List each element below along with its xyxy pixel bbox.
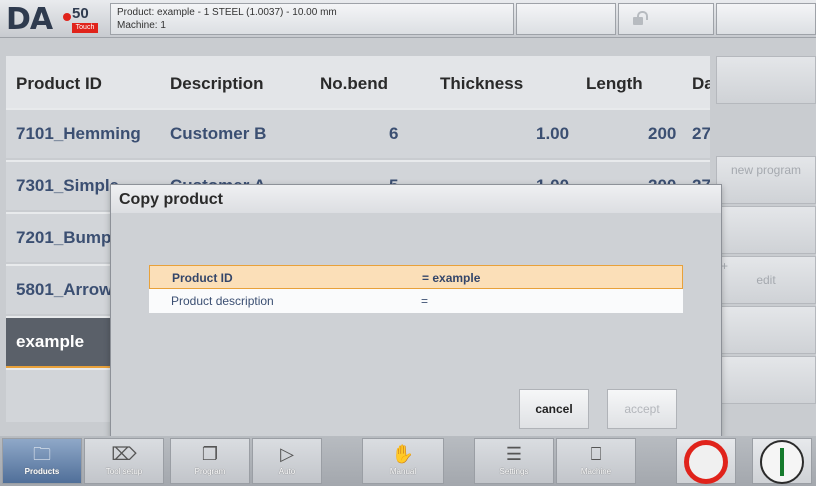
copy-product-dialog: Copy product Product ID = example Produc…: [110, 184, 722, 438]
table-header: Product ID Description No.bend Thickness…: [6, 56, 710, 108]
logo-text: DA: [6, 2, 53, 37]
nav-label: Tool setup: [105, 467, 143, 476]
dialog-title-bar: Copy product: [111, 185, 721, 213]
cell-length: 200: [648, 124, 677, 143]
product-line: Product: example - 1 STEEL (1.0037) - 10…: [117, 7, 337, 18]
product-info-panel: Product: example - 1 STEEL (1.0037) - 10…: [110, 3, 514, 35]
product-id-value[interactable]: = example: [422, 271, 480, 285]
side-button-3: [716, 206, 816, 254]
machine-icon: ⎕: [590, 444, 602, 464]
tool-icon: ⌦: [111, 444, 137, 464]
accept-button[interactable]: accept: [607, 389, 677, 429]
cancel-button[interactable]: cancel: [519, 389, 589, 429]
col-length[interactable]: Length: [586, 74, 643, 94]
unlock-icon[interactable]: [633, 11, 648, 25]
col-product-id[interactable]: Product ID: [16, 74, 102, 94]
nav-machine[interactable]: ⎕ Machine: [556, 438, 636, 484]
cell-product-id: 7301_Simple: [16, 176, 120, 195]
dialog-title: Copy product: [119, 191, 223, 208]
nav-program[interactable]: ❐ Program: [170, 438, 250, 484]
nav-products[interactable]: 🗀 Products: [2, 438, 82, 484]
col-no-bend[interactable]: No.bend: [320, 74, 388, 94]
stop-icon: [684, 440, 728, 484]
logo-number: 50: [72, 5, 89, 22]
nav-label: Settings: [499, 467, 529, 476]
hand-icon: ✋: [391, 444, 415, 464]
col-thickness[interactable]: Thickness: [440, 74, 523, 94]
cell-bends: 6: [389, 124, 399, 143]
start-button[interactable]: [752, 438, 812, 484]
side-button-1: [716, 56, 816, 104]
stop-button[interactable]: [676, 438, 736, 484]
cell-product-id: 7201_Bump: [16, 228, 112, 247]
new-program-button[interactable]: new program: [716, 156, 816, 204]
cell-date: 27: [692, 124, 710, 143]
side-button-5: [716, 306, 816, 354]
cell-thickness: 1.00: [536, 124, 570, 143]
cell-description: Customer B: [170, 124, 267, 143]
cell-product-id: example: [16, 332, 85, 351]
header-bar: DA 50 Touch Product: example - 1 STEEL (…: [0, 0, 816, 38]
bottom-nav: 🗀 Products ⌦ Tool setup ❐ Program ▷ Auto…: [0, 436, 816, 486]
product-description-field[interactable]: Product description =: [149, 289, 683, 313]
col-date[interactable]: Da: [692, 74, 710, 94]
lock-slot[interactable]: [618, 3, 714, 35]
program-icon: ❐: [201, 444, 219, 464]
play-icon: ▷: [280, 444, 294, 464]
nav-label: Program: [194, 467, 226, 476]
start-icon: [760, 440, 804, 484]
plus-icon: +: [721, 259, 729, 273]
nav-tool-setup[interactable]: ⌦ Tool setup: [84, 438, 164, 484]
product-id-label: Product ID: [172, 271, 233, 285]
new-program-label: new program: [730, 163, 802, 177]
nav-label: Auto: [278, 467, 296, 476]
nav-label: Manual: [389, 467, 417, 476]
da50-logo: DA 50 Touch: [6, 2, 106, 37]
table-row[interactable]: 7101_Hemming Customer B 6 1.00 200 27: [6, 108, 710, 158]
nav-label: Products: [24, 467, 60, 476]
folder-icon: 🗀: [33, 444, 51, 464]
cell-product-id: 5801_Arrow: [16, 280, 113, 299]
header-slot-right: [716, 3, 816, 35]
machine-line: Machine: 1: [117, 20, 166, 31]
logo-dot: [63, 13, 71, 21]
edit-button[interactable]: + edit: [716, 256, 816, 304]
nav-manual[interactable]: ✋ Manual: [362, 438, 444, 484]
product-description-label: Product description: [171, 294, 274, 308]
logo-touch-badge: Touch: [72, 23, 98, 33]
edit-label: edit: [756, 273, 776, 287]
nav-label: Machine: [580, 467, 612, 476]
side-button-6: [716, 356, 816, 404]
list-icon: ☰: [505, 444, 523, 464]
header-slot: [516, 3, 616, 35]
nav-auto[interactable]: ▷ Auto: [252, 438, 322, 484]
product-description-value[interactable]: =: [421, 294, 428, 308]
cell-product-id: 7101_Hemming: [16, 124, 141, 143]
col-description[interactable]: Description: [170, 74, 264, 94]
nav-settings[interactable]: ☰ Settings: [474, 438, 554, 484]
product-id-field[interactable]: Product ID = example: [149, 265, 683, 289]
